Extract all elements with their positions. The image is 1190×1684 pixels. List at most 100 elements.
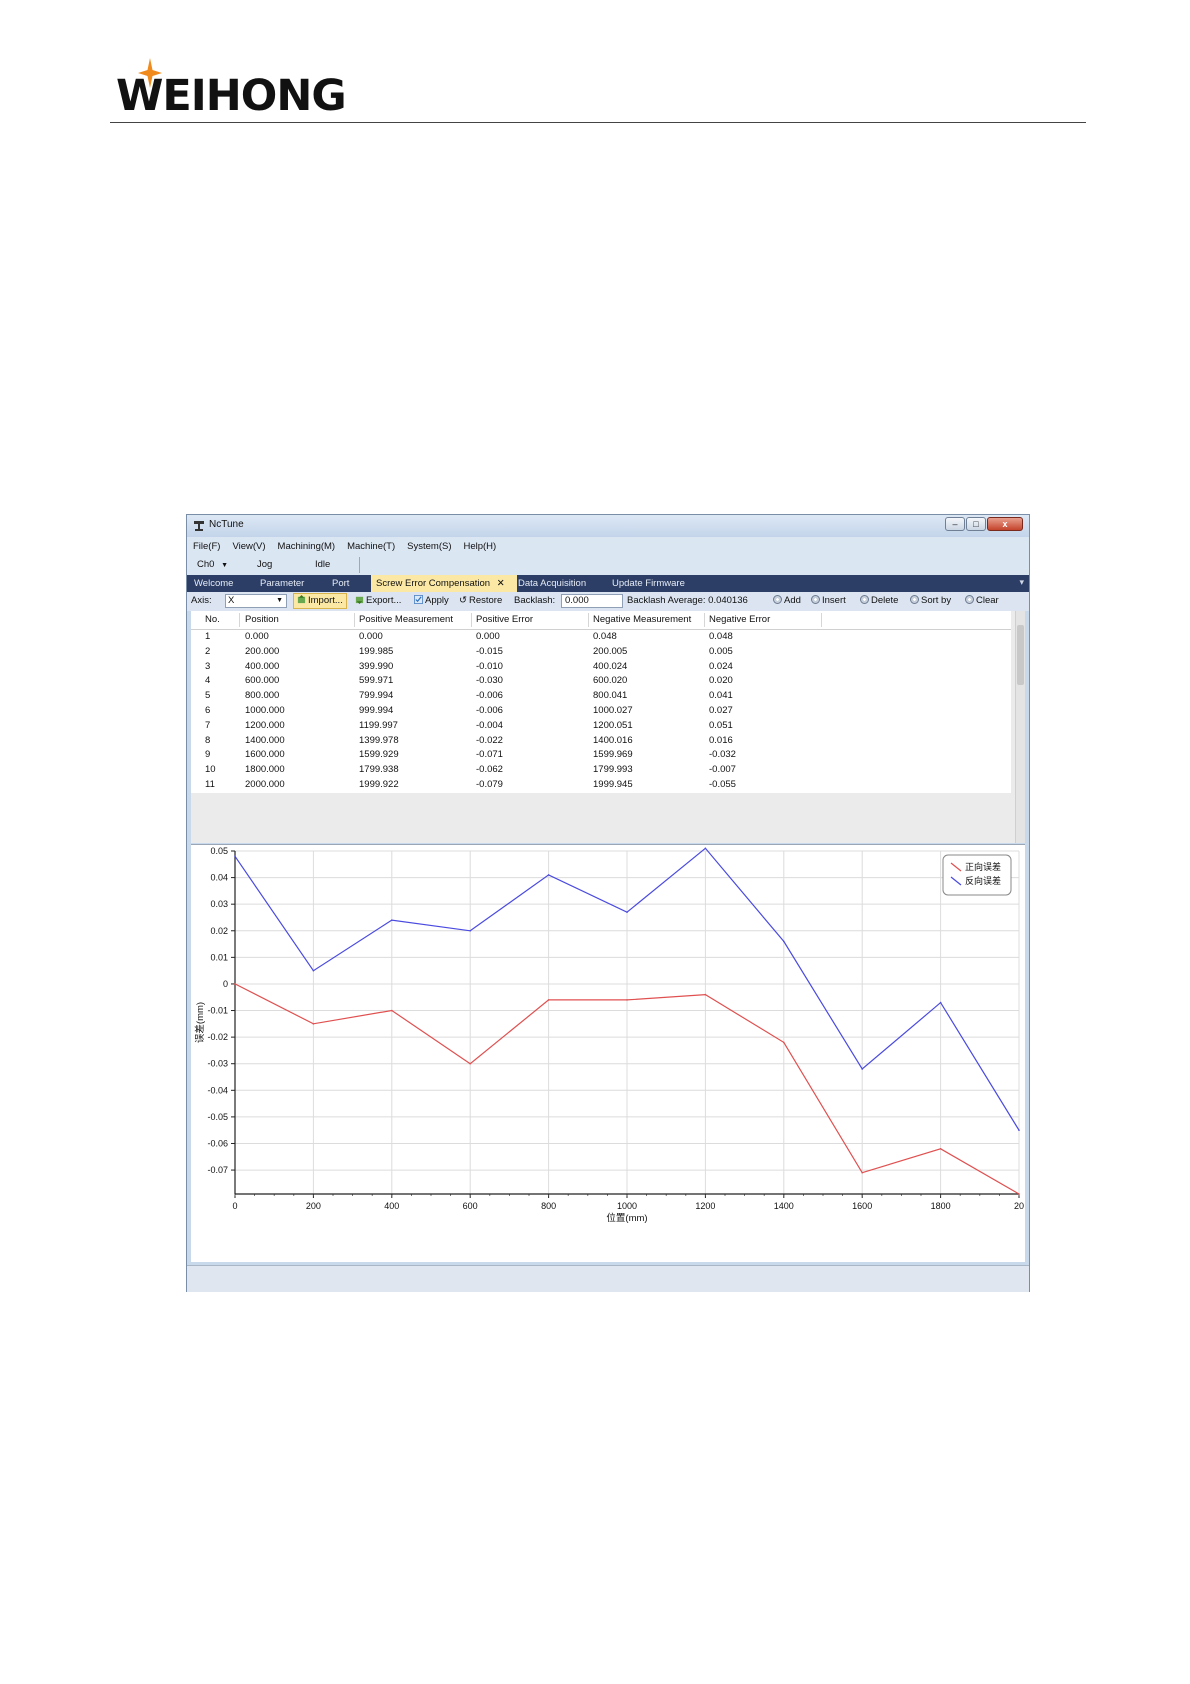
table-cell: 1999.945 bbox=[593, 778, 633, 790]
menu-view[interactable]: View(V) bbox=[226, 541, 271, 552]
backlash-average: Backlash Average: 0.040136 bbox=[627, 595, 748, 606]
menu-system[interactable]: System(S) bbox=[401, 541, 457, 552]
apply-button[interactable]: Apply bbox=[414, 595, 449, 606]
table-cell: 0.048 bbox=[593, 631, 617, 642]
delete-button[interactable]: Delete bbox=[860, 595, 898, 606]
table-cell: 5 bbox=[205, 690, 211, 702]
gear-icon bbox=[811, 595, 820, 604]
data-point bbox=[626, 911, 628, 913]
menu-machining[interactable]: Machining(M) bbox=[272, 541, 342, 552]
tab-update-firmware[interactable]: Update Firmware bbox=[607, 575, 690, 592]
col-negative-error[interactable]: Negative Error bbox=[709, 614, 770, 625]
table-cell: 1999.922 bbox=[359, 778, 399, 790]
maximize-button[interactable]: □ bbox=[966, 517, 986, 531]
title-bar: NcTune – □ x bbox=[187, 515, 1029, 537]
data-point bbox=[861, 1068, 863, 1070]
x-tick-label: 0 bbox=[232, 1201, 237, 1211]
tab-parameter[interactable]: Parameter bbox=[255, 575, 309, 592]
table-cell: 1 bbox=[205, 631, 211, 642]
y-tick-label: 0.02 bbox=[210, 926, 228, 936]
restore-button[interactable]: ↺ Restore bbox=[459, 595, 502, 606]
table-cell: 10 bbox=[205, 764, 216, 776]
chevron-down-icon: ▼ bbox=[276, 597, 283, 604]
channel-select[interactable]: Ch0 ▼ bbox=[197, 559, 228, 570]
table-cell: 1000.027 bbox=[593, 704, 633, 716]
tab-welcome[interactable]: Welcome bbox=[189, 575, 238, 592]
scroll-thumb[interactable] bbox=[1017, 625, 1024, 685]
table-cell: 8 bbox=[205, 734, 211, 746]
data-point bbox=[312, 969, 315, 972]
add-button[interactable]: Add bbox=[773, 595, 801, 606]
vertical-scrollbar[interactable] bbox=[1015, 611, 1025, 843]
table-cell: 7 bbox=[205, 719, 211, 731]
data-point bbox=[783, 1041, 785, 1044]
export-button[interactable]: Export... bbox=[355, 595, 401, 606]
compensation-toolbar: Axis: X ▼ Import... Export... Apply ↺ Rest… bbox=[187, 592, 1029, 611]
table-cell: 1200.051 bbox=[593, 719, 633, 731]
import-button[interactable]: Import... bbox=[293, 593, 347, 609]
y-tick-label: -0.04 bbox=[207, 1085, 228, 1095]
table-cell: 0.000 bbox=[245, 631, 269, 642]
close-tab-icon[interactable]: ✕ bbox=[497, 578, 505, 589]
clear-button[interactable]: Clear bbox=[965, 595, 999, 606]
tab-data-acquisition[interactable]: Data Acquisition bbox=[513, 575, 591, 592]
menu-machine[interactable]: Machine(T) bbox=[341, 541, 401, 552]
table-cell: 799.994 bbox=[359, 690, 394, 702]
table-row[interactable]: 2 200.000 199.985 -0.015 200.005 0.005 bbox=[191, 645, 1011, 660]
col-positive-measurement[interactable]: Positive Measurement bbox=[359, 614, 453, 625]
y-tick-label: 0.04 bbox=[210, 873, 228, 883]
nctune-window: NcTune – □ x File(F) View(V) Machining(M… bbox=[186, 514, 1030, 1292]
table-cell: -0.004 bbox=[476, 719, 503, 731]
table-row[interactable]: 5 800.000 799.994 -0.006 800.041 0.041 bbox=[191, 689, 1011, 704]
backlash-label: Backlash: bbox=[514, 595, 556, 606]
table-row[interactable]: 7 1200.000 1199.997 -0.004 1200.051 0.051 bbox=[191, 719, 1011, 734]
table-row[interactable]: 10 1800.000 1799.938 -0.062 1799.993 -0.007 bbox=[191, 763, 1011, 778]
x-tick-label: 1600 bbox=[852, 1201, 872, 1211]
backlash-input[interactable]: 0.000 bbox=[561, 594, 623, 608]
table-cell: 399.990 bbox=[359, 660, 394, 672]
tab-port[interactable]: Port bbox=[327, 575, 354, 592]
menu-file[interactable]: File(F) bbox=[187, 541, 226, 552]
menu-help[interactable]: Help(H) bbox=[457, 541, 502, 552]
sort-button[interactable]: Sort by bbox=[910, 595, 951, 606]
chevron-down-icon: ▼ bbox=[221, 562, 229, 569]
close-button[interactable]: x bbox=[987, 517, 1023, 531]
table-row[interactable]: 6 1000.000 999.994 -0.006 1000.027 0.027 bbox=[191, 704, 1011, 719]
data-point bbox=[1018, 1193, 1020, 1195]
y-tick-label: 0.05 bbox=[210, 846, 228, 856]
logo-text: WEIHONG bbox=[116, 71, 347, 121]
table-row[interactable]: 8 1400.000 1399.978 -0.022 1400.016 0.016 bbox=[191, 734, 1011, 749]
x-tick-label: 1800 bbox=[931, 1201, 951, 1211]
col-position[interactable]: Position bbox=[245, 614, 279, 625]
table-cell: 800.000 bbox=[245, 690, 280, 702]
axis-label: Axis: bbox=[191, 595, 212, 606]
axis-select[interactable]: X ▼ bbox=[225, 594, 287, 608]
table-row[interactable]: 1 0.000 0.000 0.000 0.048 0.048 bbox=[191, 630, 1011, 645]
y-tick-label: -0.07 bbox=[207, 1165, 228, 1175]
tab-screw-error-compensation[interactable]: Screw Error Compensation ✕ bbox=[371, 575, 517, 592]
table-row[interactable]: 11 2000.000 1999.922 -0.079 1999.945 -0.055 bbox=[191, 778, 1011, 793]
col-no[interactable]: No. bbox=[205, 614, 220, 625]
table-cell: 0.000 bbox=[476, 631, 500, 642]
table-row[interactable]: 4 600.000 599.971 -0.030 600.020 0.020 bbox=[191, 674, 1011, 689]
maximize-icon: □ bbox=[973, 519, 979, 529]
gear-icon bbox=[965, 595, 974, 604]
restore-icon: ↺ bbox=[459, 595, 467, 606]
data-point bbox=[234, 855, 236, 858]
machine-status-row: Ch0 ▼ Jog Idle bbox=[187, 555, 1029, 575]
y-tick-label: -0.03 bbox=[207, 1059, 228, 1069]
error-table-area: No. Position Positive Measurement Positi… bbox=[191, 611, 1025, 843]
insert-button[interactable]: Insert bbox=[811, 595, 846, 606]
minimize-button[interactable]: – bbox=[945, 517, 965, 531]
legend-label: 反向误差 bbox=[965, 875, 1001, 886]
table-cell: 1200.000 bbox=[245, 719, 285, 731]
data-point bbox=[469, 1062, 472, 1065]
table-cell: 1799.938 bbox=[359, 764, 399, 776]
col-negative-measurement[interactable]: Negative Measurement bbox=[593, 614, 691, 625]
close-icon: x bbox=[1002, 519, 1008, 529]
col-positive-error[interactable]: Positive Error bbox=[476, 614, 533, 625]
table-cell: 6 bbox=[205, 704, 211, 716]
tab-overflow-icon[interactable]: ▾ bbox=[1019, 577, 1024, 588]
table-row[interactable]: 3 400.000 399.990 -0.010 400.024 0.024 bbox=[191, 660, 1011, 675]
table-row[interactable]: 9 1600.000 1599.929 -0.071 1599.969 -0.032 bbox=[191, 748, 1011, 763]
